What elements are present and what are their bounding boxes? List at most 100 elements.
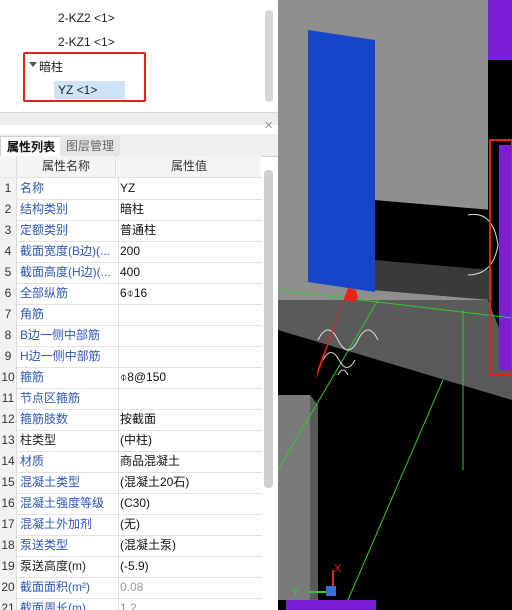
table-row[interactable]: 2 结构类别 暗柱 [0,199,262,221]
table-row[interactable]: 5 截面高度(H边)(... 400 [0,262,262,284]
property-value[interactable] [117,325,262,346]
table-row[interactable]: 14 材质 商品混凝土 [0,451,262,473]
property-value[interactable]: 按截面 [117,409,262,430]
table-row[interactable]: 8 B边一侧中部筋 [0,325,262,347]
table-row[interactable]: 1 名称 YZ [0,178,262,200]
row-number: 10 [0,367,17,388]
property-value[interactable]: 200 [117,241,262,262]
property-value[interactable]: 6⌽16 [117,283,262,304]
tree-item-2-kz2[interactable]: 2-KZ2 <1> [58,9,115,27]
property-value[interactable]: 商品混凝土 [117,451,262,472]
row-number: 16 [0,493,17,514]
table-row[interactable]: 4 截面宽度(B边)(... 200 [0,241,262,263]
row-number: 2 [0,199,17,220]
table-row[interactable]: 7 角筋 [0,304,262,326]
property-name: 截面宽度(B边)(... [17,241,119,262]
3d-viewport[interactable]: Y X [278,0,512,610]
front-block [278,395,310,600]
front-block-side [310,395,318,600]
blue-column [308,30,375,292]
panel-divider[interactable] [0,112,278,125]
purple-element-top [488,0,512,60]
property-value[interactable] [117,304,262,325]
property-value[interactable]: YZ [117,178,262,199]
table-row[interactable]: 21 截面周长(m) 1.2 [0,598,262,610]
row-number: 8 [0,325,17,346]
row-number: 19 [0,556,17,577]
table-row[interactable]: 13 柱类型 (中柱) [0,430,262,452]
property-name: H边一侧中部筋 [17,346,119,367]
property-name: 材质 [17,451,119,472]
property-value[interactable]: ⌽8@150 [117,367,262,388]
property-name: 角筋 [17,304,119,325]
property-name: 定额类别 [17,220,119,241]
table-scrollbar[interactable] [264,170,273,488]
highlight-box [23,52,146,102]
tree-scrollbar[interactable] [265,10,273,102]
row-number: 13 [0,430,17,451]
property-value[interactable]: 400 [117,262,262,283]
row-number: 7 [0,304,17,325]
axis-y-label: Y [292,587,300,599]
table-row[interactable]: 19 泵送高度(m) (-5.9) [0,556,262,578]
table-row[interactable]: 6 全部纵筋 6⌽16 [0,283,262,305]
header-name: 属性名称 [17,156,116,177]
z-axis-cube [326,586,336,596]
table-row[interactable]: 10 箍筋 ⌽8@150 [0,367,262,389]
table-row[interactable]: 11 节点区箍筋 [0,388,262,410]
table-row[interactable]: 12 箍筋肢数 按截面 [0,409,262,431]
table-row[interactable]: 9 H边一侧中部筋 [0,346,262,368]
property-name: 截面面积(m²) [17,577,119,598]
property-name: 混凝土类型 [17,472,119,493]
property-value[interactable]: (无) [117,514,262,535]
property-value[interactable]: (混凝土泵) [117,535,262,556]
row-number: 3 [0,220,17,241]
row-number: 1 [0,178,17,199]
property-value[interactable]: 暗柱 [117,199,262,220]
property-name: 名称 [17,178,119,199]
row-number: 4 [0,241,17,262]
property-value[interactable] [117,388,262,409]
property-name: 截面周长(m) [17,598,119,610]
property-name: 混凝土外加剂 [17,514,119,535]
property-value[interactable]: (-5.9) [117,556,262,577]
header-value: 属性值 [117,156,261,177]
property-value[interactable]: 普通柱 [117,220,262,241]
property-value[interactable]: (中柱) [117,430,262,451]
row-number: 20 [0,577,17,598]
property-value[interactable]: (C30) [117,493,262,514]
row-number: 14 [0,451,17,472]
row-number: 6 [0,283,17,304]
property-name: 泵送高度(m) [17,556,119,577]
property-value[interactable]: 0.08 [117,577,262,598]
table-row[interactable]: 17 混凝土外加剂 (无) [0,514,262,536]
axis-x-label: X [334,563,342,575]
property-value[interactable]: 1.2 [117,598,262,610]
tree-item-2-kz1[interactable]: 2-KZ1 <1> [58,33,115,51]
property-name: 柱类型 [17,430,119,451]
property-name: 节点区箍筋 [17,388,119,409]
table-row[interactable]: 3 定额类别 普通柱 [0,220,262,242]
row-number: 21 [0,598,17,610]
table-row[interactable]: 20 截面面积(m²) 0.08 [0,577,262,599]
property-value[interactable]: (混凝土20石) [117,472,262,493]
row-number: 5 [0,262,17,283]
property-name: 箍筋肢数 [17,409,119,430]
table-header: 属性名称 属性值 [0,156,262,178]
table-row[interactable]: 18 泵送类型 (混凝土泵) [0,535,262,557]
close-icon[interactable]: ✕ [264,120,273,132]
row-number: 9 [0,346,17,367]
property-value[interactable] [117,346,262,367]
tab-property-list[interactable]: 属性列表 [0,136,63,157]
3d-scene: Y X [278,0,512,610]
property-name: 泵送类型 [17,535,119,556]
property-name: 箍筋 [17,367,119,388]
property-name: B边一侧中部筋 [17,325,119,346]
tab-layer-management[interactable]: 图层管理 [60,136,121,156]
row-number: 18 [0,535,17,556]
component-tree: 2-KZ2 <1> 2-KZ1 <1> 暗柱 YZ <1> [0,0,278,112]
table-row[interactable]: 15 混凝土类型 (混凝土20石) [0,472,262,494]
purple-element-right [499,145,512,370]
table-row[interactable]: 16 混凝土强度等级 (C30) [0,493,262,515]
panel-tabs: 属性列表 图层管理 [0,134,278,157]
